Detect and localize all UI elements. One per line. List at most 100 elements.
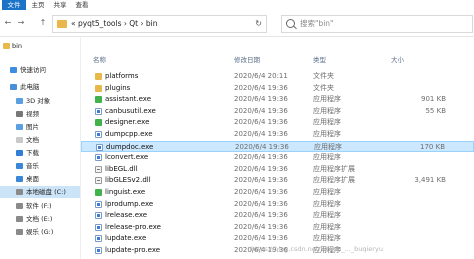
refresh-icon[interactable]: ↻ [255, 16, 262, 32]
column-header: 名称 修改日期 类型 大小 [81, 54, 474, 66]
file-type: 应用程序扩展 [313, 164, 355, 173]
sidebar-item-videos[interactable]: 视频 [0, 108, 80, 120]
exe-file-icon [95, 223, 102, 231]
sidebar-item-pictures[interactable]: 图片 [0, 121, 80, 133]
file-name: lprodump.exe [105, 199, 154, 208]
file-row[interactable]: assistant.exe 2020/6/4 19:36 应用程序 901 KB [81, 94, 474, 105]
forward-button[interactable]: → [16, 18, 26, 28]
column-type[interactable]: 类型 [313, 54, 326, 66]
tab-view[interactable]: 查看 [72, 0, 92, 10]
exe-file-icon [95, 212, 102, 220]
column-name[interactable]: 名称 [93, 54, 106, 66]
file-row[interactable]: libGLESv2.dll 2020/6/4 19:36 应用程序扩展 3,491 K… [81, 175, 474, 186]
file-type: 应用程序 [313, 188, 341, 196]
sidebar-item-music[interactable]: 音乐 [0, 160, 80, 172]
sidebar-item-drive-f[interactable]: 软件 (F:) [0, 200, 80, 212]
file-row[interactable]: lupdate.exe 2020/6/4 19:36 应用程序 [81, 233, 474, 244]
exe-file-icon [95, 189, 102, 196]
drive-icon [16, 189, 23, 195]
file-type: 应用程序 [314, 142, 342, 151]
ribbon: 文件 主页 共享 查看 [0, 0, 474, 10]
folder-icon [57, 20, 67, 28]
back-button[interactable]: ← [3, 18, 13, 28]
file-type: 文件夹 [313, 83, 334, 92]
file-row[interactable]: plugins 2020/6/4 19:36 文件夹 [81, 83, 474, 94]
address-path[interactable]: « pyqt5_tools › Qt › bin [71, 16, 157, 32]
file-name: lupdate.exe [105, 234, 147, 243]
dll-file-icon [95, 165, 102, 173]
file-row[interactable]: dumpcpp.exe 2020/6/4 19:36 应用程序 [81, 129, 474, 140]
file-name: lupdate-pro.exe [105, 246, 161, 254]
star-icon [10, 67, 17, 73]
file-date: 2020/6/4 19:36 [234, 118, 288, 127]
sidebar-item-downloads[interactable]: 下载 [0, 147, 80, 159]
sidebar-item-documents[interactable]: 文档 [0, 134, 80, 146]
file-row[interactable]: lprodump.exe 2020/6/4 19:36 应用程序 [81, 199, 474, 210]
file-type: 应用程序 [313, 118, 341, 127]
file-date: 2020/6/4 19:36 [234, 106, 288, 115]
file-type: 应用程序 [313, 199, 341, 208]
sidebar-item-drive-c[interactable]: 本地磁盘 (C:) [0, 186, 80, 198]
file-name: dumpdoc.exe [106, 142, 154, 151]
exe-file-icon [95, 235, 102, 243]
file-row[interactable]: lconvert.exe 2020/6/4 19:36 应用程序 [81, 152, 474, 163]
sidebar-item-quick-access[interactable]: 快速访问 [0, 64, 80, 76]
document-icon [16, 137, 23, 143]
column-date[interactable]: 修改日期 [234, 54, 260, 66]
file-date: 2020/6/4 19:36 [234, 222, 288, 231]
desktop-icon [16, 176, 23, 182]
sidebar-item-this-pc[interactable]: 此电脑 [0, 81, 80, 93]
search-input[interactable]: 搜索"bin" [281, 15, 473, 33]
file-name: platforms [105, 72, 139, 80]
folder-icon [3, 43, 10, 49]
tab-home[interactable]: 主页 [28, 0, 48, 10]
exe-file-icon [95, 107, 102, 115]
file-size: 3,491 KB [414, 176, 446, 185]
music-icon [16, 163, 23, 169]
file-type: 应用程序 [313, 234, 341, 243]
file-row[interactable]: dumpdoc.exe 2020/6/4 19:36 应用程序 170 KB [81, 140, 474, 152]
file-size: 170 KB [420, 142, 445, 151]
file-row[interactable]: linguist.exe 2020/6/4 19:36 应用程序 [81, 187, 474, 198]
sidebar-item-bin[interactable]: bin [0, 40, 80, 52]
file-name: canbusutil.exe [105, 106, 156, 115]
address-bar[interactable]: « pyqt5_tools › Qt › bin ↻ [52, 15, 267, 33]
file-date: 2020/6/4 19:36 [234, 164, 288, 173]
up-button[interactable]: ↑ [38, 18, 48, 28]
file-list: 名称 修改日期 类型 大小 platforms 2020/6/4 20:11 文件夹… [81, 37, 474, 259]
sidebar-item-drive-e[interactable]: 文档 (E:) [0, 213, 80, 225]
file-name: dumpcpp.exe [105, 130, 153, 138]
file-row[interactable]: libEGL.dll 2020/6/4 19:36 应用程序扩展 [81, 164, 474, 175]
file-row[interactable]: platforms 2020/6/4 20:11 文件夹 [81, 71, 474, 82]
file-date: 2020/6/4 19:36 [234, 130, 288, 138]
file-size: 55 KB [425, 106, 446, 115]
file-name: designer.exe [105, 118, 150, 127]
file-row[interactable]: canbusutil.exe 2020/6/4 19:36 应用程序 55 KB [81, 106, 474, 117]
file-row[interactable]: lrelease.exe 2020/6/4 19:36 应用程序 [81, 210, 474, 221]
dll-file-icon [95, 177, 102, 185]
navigation-pane: bin 快速访问 此电脑 3D 对象 视频 图片 文档 下载 音乐 桌面 本地磁… [0, 37, 81, 259]
folder-icon [95, 73, 102, 80]
navigation-bar: ← → ↑ « pyqt5_tools › Qt › bin ↻ 搜索"bin" [0, 10, 474, 37]
file-name: libGLESv2.dll [105, 176, 151, 185]
file-date: 2020/6/4 20:11 [234, 72, 288, 80]
sidebar-item-drive-g[interactable]: 娱乐 (G:) [0, 226, 80, 238]
sidebar-item-3d-objects[interactable]: 3D 对象 [0, 95, 80, 107]
sidebar-item-desktop[interactable]: 桌面 [0, 173, 80, 185]
column-size[interactable]: 大小 [391, 54, 404, 66]
exe-file-icon [95, 131, 102, 138]
file-name: lrelease-pro.exe [105, 222, 161, 231]
file-date: 2020/6/4 19:36 [235, 142, 289, 151]
file-name: assistant.exe [105, 95, 152, 104]
file-type: 应用程序 [313, 211, 341, 220]
file-type: 应用程序 [313, 222, 341, 231]
file-type: 应用程序 [313, 106, 341, 115]
file-row[interactable]: designer.exe 2020/6/4 19:36 应用程序 [81, 117, 474, 128]
file-name: libEGL.dll [105, 164, 138, 173]
file-date: 2020/6/4 19:36 [234, 153, 288, 162]
tab-file[interactable]: 文件 [2, 0, 26, 10]
exe-file-icon [95, 119, 102, 127]
file-row[interactable]: lrelease-pro.exe 2020/6/4 19:36 应用程序 [81, 222, 474, 233]
tab-share[interactable]: 共享 [50, 0, 70, 10]
exe-file-icon [96, 143, 103, 151]
